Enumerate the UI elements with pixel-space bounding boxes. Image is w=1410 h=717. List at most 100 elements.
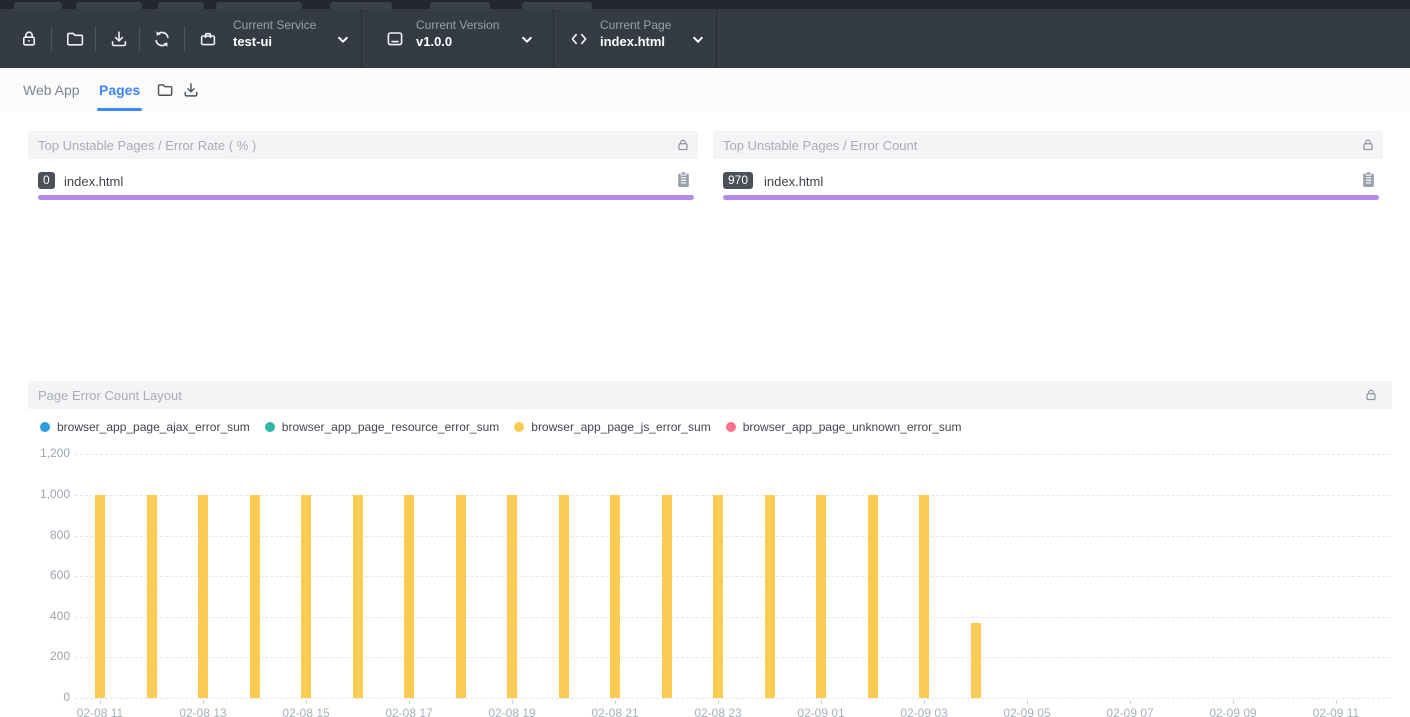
tab-label: Pages bbox=[99, 82, 140, 98]
legend-item[interactable]: browser_app_page_resource_error_sum bbox=[265, 420, 499, 434]
toolbar-separator bbox=[51, 26, 52, 52]
download-icon[interactable] bbox=[182, 81, 200, 99]
current-page-label: Current Page bbox=[600, 18, 671, 32]
rank-badge: 0 bbox=[38, 172, 55, 189]
chevron-down-icon[interactable] bbox=[337, 33, 349, 45]
current-service-value[interactable]: test-ui bbox=[233, 34, 272, 49]
panel-top-unstable-error-count: Top Unstable Pages / Error Count 970 ind… bbox=[713, 131, 1383, 211]
chart-bar bbox=[765, 495, 775, 698]
page-name[interactable]: index.html bbox=[64, 174, 123, 189]
x-axis-tick bbox=[718, 700, 719, 704]
clipboard-icon[interactable] bbox=[1361, 171, 1376, 188]
clipboard-icon[interactable] bbox=[676, 171, 691, 188]
gridline bbox=[75, 698, 1390, 699]
chart-bar bbox=[662, 495, 672, 698]
toolbar-separator bbox=[139, 26, 140, 52]
gridline bbox=[75, 536, 1390, 537]
x-axis-label: 02-08 17 bbox=[369, 706, 449, 717]
lock-icon[interactable] bbox=[18, 28, 40, 50]
y-axis-label: 1,000 bbox=[28, 487, 70, 501]
tab-web-app[interactable]: Web App bbox=[23, 68, 80, 111]
panel-page-error-count-layout: Page Error Count Layout browser_app_page… bbox=[28, 381, 1392, 717]
legend-dot-icon bbox=[514, 422, 524, 432]
legend-dot-icon bbox=[40, 422, 50, 432]
chart-legend: browser_app_page_ajax_error_sum browser_a… bbox=[40, 420, 962, 434]
lock-icon[interactable] bbox=[676, 138, 690, 152]
lock-icon[interactable] bbox=[1364, 388, 1378, 402]
top-cutoff-strip bbox=[0, 0, 1410, 9]
x-axis-label: 02-09 07 bbox=[1090, 706, 1170, 717]
chevron-down-icon[interactable] bbox=[692, 33, 704, 45]
chart-bar bbox=[250, 495, 260, 698]
x-axis-tick bbox=[821, 700, 822, 704]
x-axis-tick bbox=[1027, 700, 1028, 704]
current-page-value[interactable]: index.html bbox=[600, 34, 665, 49]
refresh-icon[interactable] bbox=[151, 28, 173, 50]
legend-item[interactable]: browser_app_page_js_error_sum bbox=[514, 420, 710, 434]
x-axis-label: 02-08 13 bbox=[163, 706, 243, 717]
x-axis-tick bbox=[1336, 700, 1337, 704]
gridline bbox=[75, 576, 1390, 577]
legend-item[interactable]: browser_app_page_unknown_error_sum bbox=[726, 420, 962, 434]
main-toolbar: Current Service test-ui Current Version … bbox=[0, 9, 1410, 68]
chart-bar bbox=[507, 495, 517, 698]
chart-bar bbox=[301, 495, 311, 698]
app-screen: Current Service test-ui Current Version … bbox=[0, 0, 1410, 717]
x-axis-label: 02-09 03 bbox=[884, 706, 964, 717]
current-version-value[interactable]: v1.0.0 bbox=[416, 34, 452, 49]
chart-bar bbox=[559, 495, 569, 698]
panel-header: Page Error Count Layout bbox=[28, 381, 1392, 409]
x-axis-label: 02-08 19 bbox=[472, 706, 552, 717]
chart-bar bbox=[147, 495, 157, 698]
gridline bbox=[75, 454, 1390, 455]
chart-bar bbox=[971, 623, 981, 698]
current-service-label: Current Service bbox=[233, 18, 316, 32]
y-axis-label: 400 bbox=[28, 609, 70, 623]
x-axis-tick bbox=[924, 700, 925, 704]
chart-bar bbox=[868, 495, 878, 698]
tab-pages[interactable]: Pages bbox=[99, 68, 140, 111]
x-axis-label: 02-09 05 bbox=[987, 706, 1067, 717]
panel-header: Top Unstable Pages / Error Rate ( % ) bbox=[28, 131, 698, 159]
x-axis-label: 02-08 23 bbox=[678, 706, 758, 717]
folder-icon[interactable] bbox=[156, 81, 174, 99]
x-axis-tick bbox=[512, 700, 513, 704]
panel-title: Page Error Count Layout bbox=[38, 388, 182, 403]
gridline bbox=[75, 617, 1390, 618]
toolbar-separator bbox=[95, 26, 96, 52]
error-count-bar bbox=[723, 195, 1379, 200]
toolbar-group-separator bbox=[553, 9, 554, 68]
briefcase-icon bbox=[197, 28, 219, 50]
y-axis-label: 200 bbox=[28, 649, 70, 663]
x-axis-label: 02-09 11 bbox=[1296, 706, 1376, 717]
y-axis-label: 600 bbox=[28, 568, 70, 582]
chart-bar bbox=[610, 495, 620, 698]
x-axis-label: 02-09 09 bbox=[1193, 706, 1273, 717]
chart-bar bbox=[353, 495, 363, 698]
x-axis-tick bbox=[203, 700, 204, 704]
chart-bar bbox=[95, 495, 105, 698]
legend-dot-icon bbox=[265, 422, 275, 432]
download-icon[interactable] bbox=[108, 28, 130, 50]
x-axis-tick bbox=[409, 700, 410, 704]
toolbar-group-separator bbox=[361, 9, 362, 68]
folder-icon[interactable] bbox=[64, 28, 86, 50]
legend-item[interactable]: browser_app_page_ajax_error_sum bbox=[40, 420, 250, 434]
x-axis-tick bbox=[100, 700, 101, 704]
x-axis-label: 02-08 21 bbox=[575, 706, 655, 717]
lock-icon[interactable] bbox=[1361, 138, 1375, 152]
page-name[interactable]: index.html bbox=[764, 174, 823, 189]
tab-bar: Web App Pages bbox=[0, 68, 1410, 111]
legend-label: browser_app_page_js_error_sum bbox=[531, 420, 710, 434]
x-axis-tick bbox=[306, 700, 307, 704]
y-axis-label: 1,200 bbox=[28, 446, 70, 460]
chevron-down-icon[interactable] bbox=[521, 33, 533, 45]
current-version-label: Current Version bbox=[416, 18, 499, 32]
chart-bar bbox=[456, 495, 466, 698]
chart-bar bbox=[816, 495, 826, 698]
x-axis-tick bbox=[1130, 700, 1131, 704]
chart-plot: 02004006008001,0001,20002-08 1102-08 130… bbox=[28, 445, 1392, 717]
toolbar-group-separator bbox=[716, 9, 717, 68]
tab-label: Web App bbox=[23, 82, 80, 98]
legend-label: browser_app_page_ajax_error_sum bbox=[57, 420, 250, 434]
